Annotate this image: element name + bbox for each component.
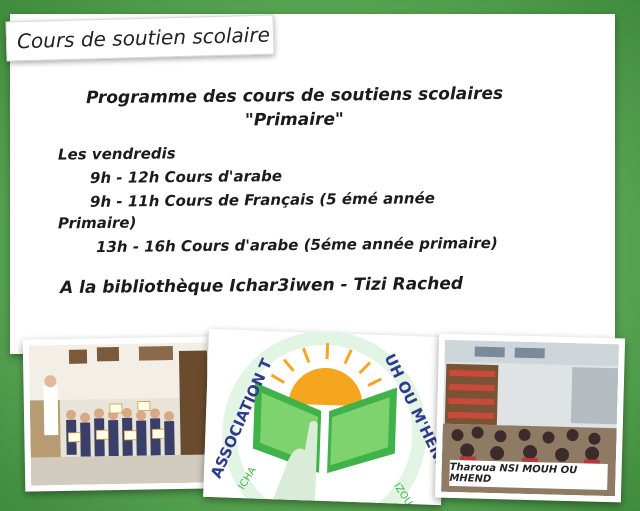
schedule-line: Primaire) [57,213,137,233]
photo-caption: Tharoua NSI MOUH OU MHEND [449,459,608,491]
schedule-line: 9h - 12h Cours d'arabe [89,166,283,188]
program-subtitle: "Primaire" [244,109,344,131]
location-text: A la bibliothèque Ichar3iwen - Tizi Rach… [59,273,464,299]
schedule-line: Les vendredis [57,144,176,164]
schedule-line: 9h - 11h Cours de Français (5 émé année [89,189,435,211]
association-logo: ASSOCIATION T UH OU M'HEND ICHA IZOU [203,328,447,506]
classroom-photo-left [22,336,216,492]
header-tag-text: Cours de soutien scolaire [16,22,271,54]
header-tag: Cours de soutien scolaire [5,14,275,62]
classroom-photo-right: Tharoua NSI MOUH OU MHEND [434,333,626,503]
children-photo-illustration [28,342,210,486]
association-logo-card: ASSOCIATION T UH OU M'HEND ICHA IZOU [203,328,447,506]
